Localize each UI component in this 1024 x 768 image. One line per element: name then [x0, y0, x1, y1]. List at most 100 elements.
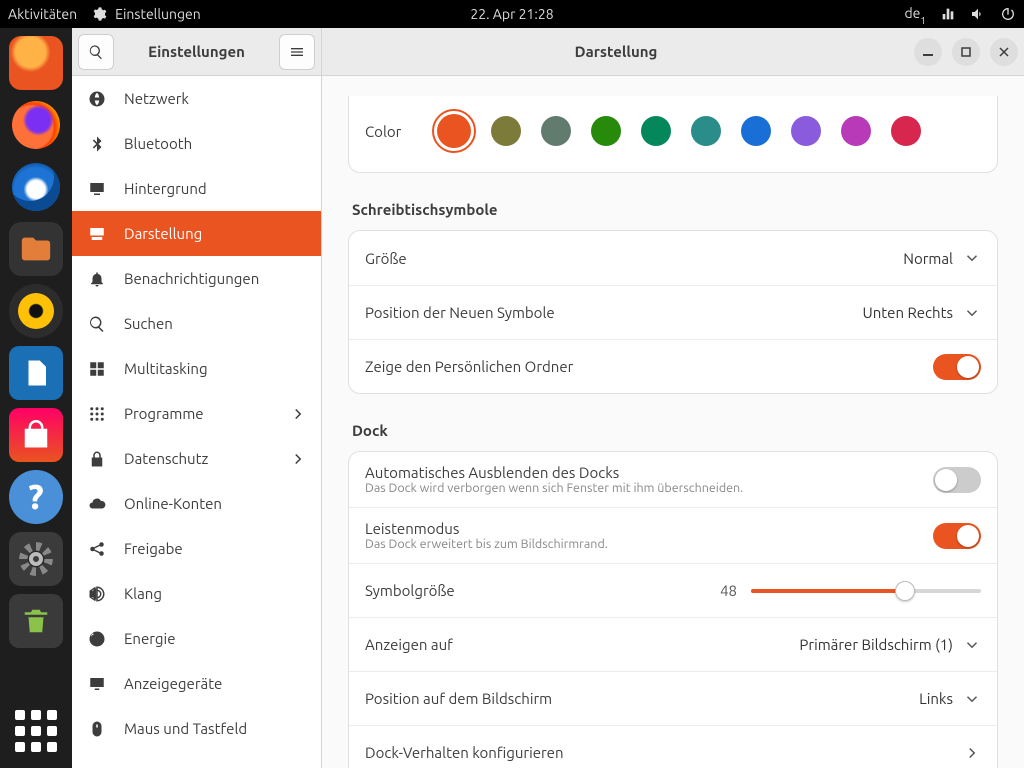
power-icon[interactable] — [1000, 6, 1016, 22]
keyboard-layout-indicator[interactable]: de1 — [904, 5, 926, 24]
row-label: Größe — [365, 250, 903, 267]
sidebar-item-multitask[interactable]: Multitasking — [72, 346, 321, 391]
dock-item-files[interactable] — [9, 222, 63, 276]
color-swatch[interactable] — [491, 116, 521, 146]
chevron-down-icon — [963, 249, 981, 267]
dock-item-software[interactable] — [9, 408, 63, 462]
sidebar-item-lock[interactable]: Datenschutz — [72, 436, 321, 481]
row-autohide: Automatisches Ausblenden des Docks Das D… — [349, 452, 997, 507]
sidebar-item-bell[interactable]: Benachrichtigungen — [72, 256, 321, 301]
color-swatch[interactable] — [891, 116, 921, 146]
sidebar-item-label: Darstellung — [124, 225, 307, 242]
sidebar-item-mouse[interactable]: Maus und Tastfeld — [72, 706, 321, 751]
gnome-topbar: Aktivitäten Einstellungen 22. Apr 21:28 … — [0, 0, 1024, 28]
color-swatch[interactable] — [791, 116, 821, 146]
row-value: Unten Rechts — [863, 304, 954, 321]
row-value: Links — [919, 690, 953, 707]
search-icon — [88, 315, 106, 333]
section-dock: Dock — [352, 422, 998, 439]
network-icon[interactable] — [940, 6, 956, 22]
clock[interactable]: 22. Apr 21:28 — [470, 6, 553, 22]
chevron-down-icon — [963, 690, 981, 708]
sidebar-item-label: Anzeigegeräte — [124, 675, 307, 692]
row-dock-behavior[interactable]: Dock-Verhalten konfigurieren — [349, 725, 997, 768]
switch-autohide[interactable] — [933, 467, 981, 493]
row-icon-size[interactable]: Größe Normal — [349, 231, 997, 285]
sidebar-item-label: Maus und Tastfeld — [124, 720, 307, 737]
sidebar-item-cloud[interactable]: Online-Konten — [72, 481, 321, 526]
sidebar-item-label: Online-Konten — [124, 495, 307, 512]
row-value: Normal — [903, 250, 953, 267]
color-swatch[interactable] — [841, 116, 871, 146]
power-icon — [88, 630, 106, 648]
search-button[interactable] — [78, 34, 114, 70]
color-swatches — [437, 114, 921, 148]
chevron-down-icon — [963, 304, 981, 322]
bluetooth-icon — [88, 135, 106, 153]
sidebar-item-share[interactable]: Freigabe — [72, 526, 321, 571]
sidebar-item-brush[interactable]: Darstellung — [72, 211, 321, 256]
chevron-right-icon — [963, 744, 981, 762]
sidebar-item-sound[interactable]: Klang — [72, 571, 321, 616]
dock-item-settings[interactable] — [9, 532, 63, 586]
color-swatch[interactable] — [641, 116, 671, 146]
topbar-app-menu[interactable]: Einstellungen — [91, 6, 201, 22]
color-swatch[interactable] — [591, 116, 621, 146]
sidebar-item-label: Freigabe — [124, 540, 307, 557]
display-icon — [88, 180, 106, 198]
color-swatch[interactable] — [691, 116, 721, 146]
minimize-icon — [923, 47, 933, 57]
gear-icon — [91, 6, 107, 22]
headerbar: Einstellungen Darstellung — [72, 28, 1024, 76]
hamburger-button[interactable] — [279, 34, 315, 70]
row-label: Symbolgröße — [365, 582, 673, 599]
dock-item-firefox[interactable] — [9, 98, 63, 152]
row-new-icon-position[interactable]: Position der Neuen Symbole Unten Rechts — [349, 285, 997, 339]
maximize-button[interactable] — [952, 38, 980, 66]
page-title: Darstellung — [328, 43, 904, 60]
row-label: Dock-Verhalten konfigurieren — [365, 744, 963, 761]
sidebar-item-monitor[interactable]: Anzeigegeräte — [72, 661, 321, 706]
sidebar-item-label: Datenschutz — [124, 450, 271, 467]
sidebar-item-bluetooth[interactable]: Bluetooth — [72, 121, 321, 166]
volume-icon[interactable] — [970, 6, 986, 22]
row-dock-position[interactable]: Position auf dem Bildschirm Links — [349, 671, 997, 725]
brush-icon — [88, 225, 106, 243]
dock-item-thunderbird[interactable] — [9, 160, 63, 214]
sidebar-item-label: Suchen — [124, 315, 307, 332]
close-button[interactable] — [990, 38, 1018, 66]
sound-icon — [88, 585, 106, 603]
sidebar-item-search[interactable]: Suchen — [72, 301, 321, 346]
dock-item-help[interactable]: ? — [9, 470, 63, 524]
row-label: Anzeigen auf — [365, 636, 799, 653]
row-show-on[interactable]: Anzeigen auf Primärer Bildschirm (1) — [349, 617, 997, 671]
dock-item-writer[interactable] — [9, 346, 63, 400]
switch-panel-mode[interactable] — [933, 523, 981, 549]
hamburger-icon — [289, 44, 305, 60]
row-label: Automatisches Ausblenden des Docks — [365, 464, 933, 481]
color-swatch[interactable] — [741, 116, 771, 146]
color-swatch[interactable] — [437, 114, 471, 148]
chevron-right-icon — [289, 405, 307, 423]
slider-icon-size[interactable] — [751, 589, 981, 593]
chevron-right-icon — [289, 450, 307, 468]
group-desktop-icons: Größe Normal Position der Neuen Symbole … — [348, 230, 998, 394]
sidebar-item-power[interactable]: Energie — [72, 616, 321, 661]
color-swatch[interactable] — [541, 116, 571, 146]
sidebar-item-display[interactable]: Hintergrund — [72, 166, 321, 211]
activities-button[interactable]: Aktivitäten — [8, 6, 77, 22]
dock-item-ubuntu[interactable] — [9, 36, 63, 90]
dock-item-rhythmbox[interactable] — [9, 284, 63, 338]
globe-icon — [88, 90, 106, 108]
cloud-icon — [88, 495, 106, 513]
minimize-button[interactable] — [914, 38, 942, 66]
sidebar-item-apps[interactable]: Programme — [72, 391, 321, 436]
multitask-icon — [88, 360, 106, 378]
sidebar-item-globe[interactable]: Netzwerk — [72, 76, 321, 121]
show-applications-button[interactable] — [9, 704, 63, 758]
dock-item-trash[interactable] — [9, 594, 63, 648]
sidebar-item-label: Energie — [124, 630, 307, 647]
shopping-bag-icon — [21, 420, 51, 450]
switch-show-home[interactable] — [933, 354, 981, 380]
color-label: Color — [365, 123, 417, 140]
